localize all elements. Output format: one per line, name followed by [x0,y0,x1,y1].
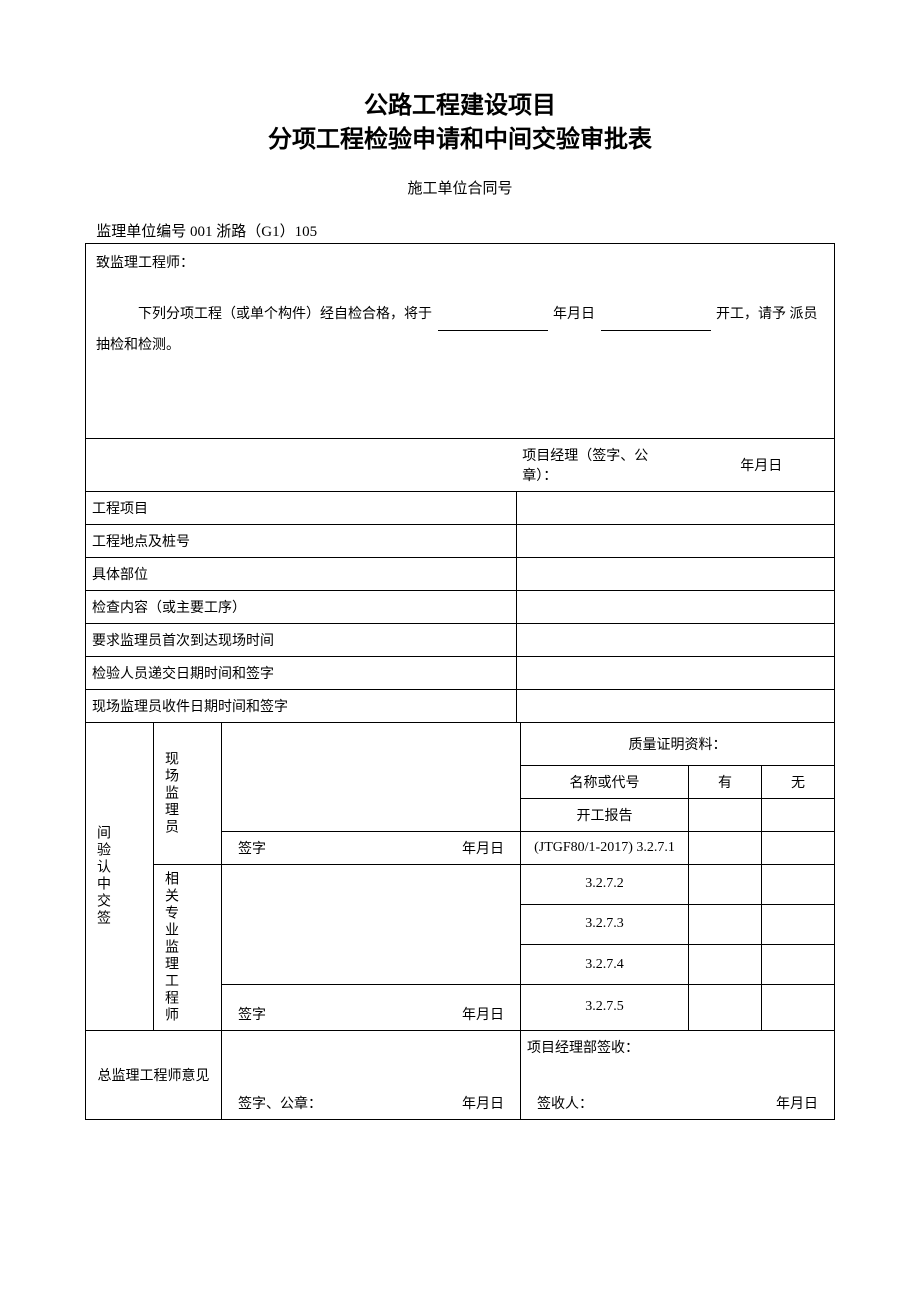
inspector-sign-area[interactable] [222,722,521,831]
quality-item-1-yes[interactable] [689,831,762,864]
supervision-number: 监理单位编号 001 浙路（G1）105 [85,220,835,241]
pm-receive-header: 项目经理部签收： [521,1030,835,1087]
intro-body: 下列分项工程（或单个构件）经自检合格，将于 年月日 开工，请予 派员抽检和检测。 [96,300,824,362]
quality-no: 无 [762,765,835,798]
row-specific-part-label: 具体部位 [86,557,517,590]
pm-sign-date: 年月日 [689,438,835,491]
supervision-number-value: 001 浙路（G1）105 [190,224,317,240]
midcheck-inspector: 现场监理员 [154,722,222,864]
specialist-sign-area[interactable] [222,864,521,984]
quality-item-4: 3.2.7.4 [521,945,689,985]
quality-item-2-yes[interactable] [689,864,762,904]
row-first-arrival-label: 要求监理员首次到达现场时间 [86,623,517,656]
chief-engineer-opinion-label: 总监理工程师意见 [86,1030,222,1119]
pm-receive-sign-line: 签收人：年月日 [521,1087,835,1120]
row-specific-part-value[interactable] [516,557,834,590]
quality-item-1-no[interactable] [762,831,835,864]
quality-item-4-yes[interactable] [689,945,762,985]
intro-greeting: 致监理工程师： [96,252,824,272]
quality-name-col: 名称或代号 [521,765,689,798]
quality-item-0-yes[interactable] [689,798,762,831]
chief-engineer-opinion-area[interactable] [222,1030,521,1087]
row-location-label: 工程地点及桩号 [86,524,517,557]
quality-header: 质量证明资料： [521,722,835,765]
approval-form-table: 致监理工程师： 下列分项工程（或单个构件）经自检合格，将于 年月日 开工，请予 … [85,243,835,1120]
row-inspection-content-label: 检查内容（或主要工序） [86,590,517,623]
quality-item-5: 3.2.7.5 [521,985,689,1031]
intro-blank-1[interactable] [438,315,548,331]
row-submit-sign-label: 检验人员递交日期时间和签字 [86,656,517,689]
row-inspection-content-value[interactable] [516,590,834,623]
quality-yes: 有 [689,765,762,798]
midcheck-specialist: 相关专业监理工程师 [154,864,222,1030]
document-title: 公路工程建设项目 分项工程检验申请和中间交验审批表 [85,90,835,157]
title-line2: 分项工程检验申请和中间交验审批表 [85,124,835,158]
quality-item-5-no[interactable] [762,985,835,1031]
row-project-item-value[interactable] [516,491,834,524]
intro-greeting-cell: 致监理工程师： 下列分项工程（或单个构件）经自检合格，将于 年月日 开工，请予 … [86,244,835,439]
row-location-value[interactable] [516,524,834,557]
row-receive-sign-label: 现场监理员收件日期时间和签字 [86,689,517,722]
pm-sign-label: 项目经理（签字、公章）： [516,438,688,491]
quality-item-5-yes[interactable] [689,985,762,1031]
quality-item-2-no[interactable] [762,864,835,904]
quality-item-3-yes[interactable] [689,904,762,944]
quality-item-2: 3.2.7.2 [521,864,689,904]
quality-item-3: 3.2.7.3 [521,904,689,944]
inspector-sign-line: 签字年月日 [222,831,521,864]
intro-blank-2[interactable] [601,315,711,331]
row-submit-sign-value[interactable] [516,656,834,689]
quality-item-4-no[interactable] [762,945,835,985]
midcheck-group: 间验认中交签 [86,722,154,1030]
quality-item-1: (JTGF80/1-2017) 3.2.7.1 [521,831,689,864]
row-first-arrival-value[interactable] [516,623,834,656]
contract-unit-label: 施工单位合同号 [85,177,835,198]
chief-engineer-sign-line: 签字、公章：年月日 [222,1087,521,1120]
quality-item-0: 开工报告 [521,798,689,831]
title-line1: 公路工程建设项目 [85,90,835,124]
specialist-sign-line: 签字年月日 [222,985,521,1031]
quality-item-3-no[interactable] [762,904,835,944]
row-project-item-label: 工程项目 [86,491,517,524]
row-receive-sign-value[interactable] [516,689,834,722]
quality-item-0-no[interactable] [762,798,835,831]
supervision-number-label: 监理单位编号 [96,224,186,240]
